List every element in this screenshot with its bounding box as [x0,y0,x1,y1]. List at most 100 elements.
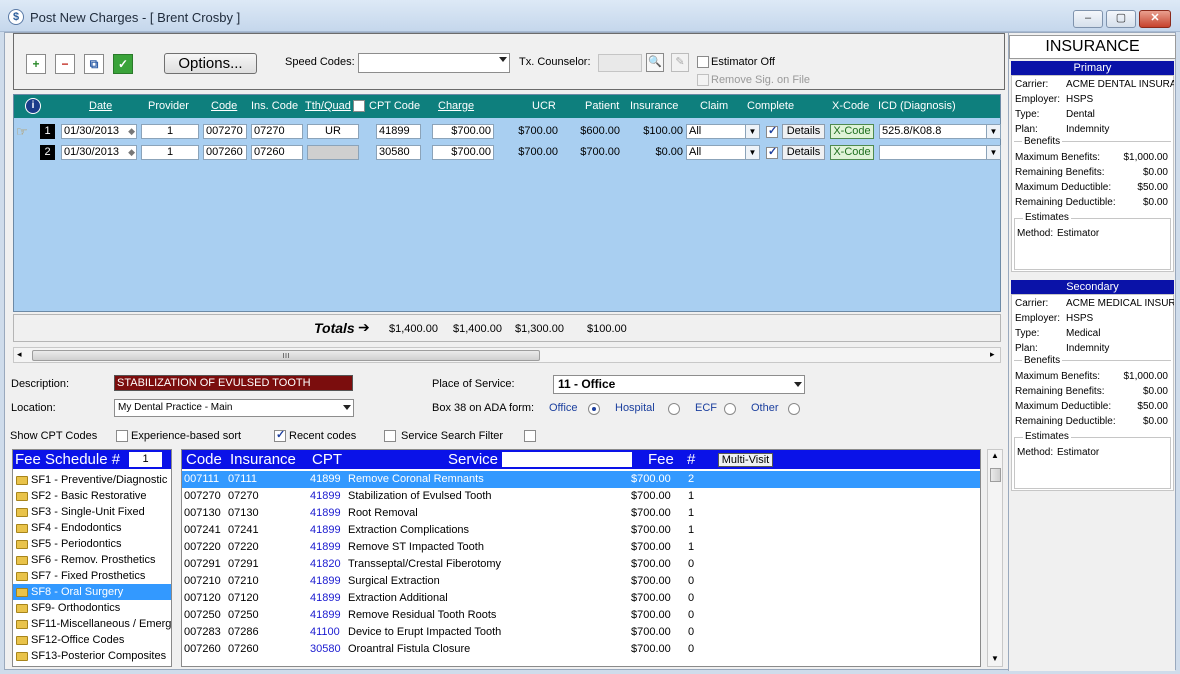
experience-sort-checkbox[interactable] [116,430,128,442]
filter-checkbox[interactable] [524,430,536,442]
fee-schedule-number[interactable]: 1 [129,452,162,467]
col-svc-count[interactable]: # [687,450,695,469]
place-of-service-dropdown[interactable]: 11 - Office [553,375,805,394]
recent-codes-checkbox[interactable] [274,428,286,442]
col-svc-service[interactable]: Service [448,450,498,469]
close-button[interactable]: ✕ [1139,10,1171,28]
col-code[interactable]: Code [211,100,237,112]
service-row[interactable]: 007120 07120 41899 Extraction Additional $70… [182,590,980,607]
scroll-up-icon[interactable]: ▲ [991,451,999,460]
fee-schedule-item[interactable]: SF6 - Remov. Prosthetics [13,552,171,568]
description-field[interactable]: STABILIZATION OF EVULSED TOOTH [114,375,353,391]
scroll-thumb[interactable]: ııı [32,350,540,361]
complete-checkbox[interactable] [766,124,778,138]
minimize-button[interactable]: – [1073,10,1103,28]
horizontal-scrollbar[interactable]: ◂ ııı ▸ [13,347,1001,363]
charge-row[interactable]: ☞ 1 01/30/2013 ◆ 1 007270 07270 UR 41899 … [14,124,1001,142]
options-button[interactable]: Options... [164,53,257,74]
claim-dropdown[interactable]: All ▼ [686,145,760,160]
date-field[interactable]: 01/30/2013 ◆ [61,145,137,160]
box38-other-radio[interactable] [788,403,800,415]
fee-schedule-item[interactable]: SF3 - Single-Unit Fixed [13,504,171,520]
xcode-button[interactable]: X-Code [830,124,874,139]
code-field[interactable]: 007260 [203,145,247,160]
vertical-scrollbar[interactable]: ▲ ▼ [987,449,1003,667]
fee-schedule-item[interactable]: SF13-Posterior Composites [13,648,171,664]
xcode-button[interactable]: X-Code [830,145,874,160]
scroll-thumb[interactable] [990,468,1001,482]
scroll-down-icon[interactable]: ▼ [991,654,999,663]
fee-schedule-item[interactable]: SF5 - Periodontics [13,536,171,552]
fee-schedule-item[interactable]: SF7 - Fixed Prosthetics [13,568,171,584]
code-field[interactable]: 007270 [203,124,247,139]
approve-check-icon[interactable]: ✓ [113,54,133,74]
fee-schedule-item[interactable]: SF8 - Oral Surgery [13,584,171,600]
copy-icon[interactable]: ⧉ [84,54,104,74]
box38-ecf-radio[interactable] [724,403,736,415]
service-row[interactable]: 007270 07270 41899 Stabilization of Evulsed… [182,488,980,505]
charge-row[interactable]: 2 01/30/2013 ◆ 1 007260 07260 30580 $700.… [14,145,1001,163]
service-search-input[interactable] [502,452,632,467]
claim-dropdown[interactable]: All ▼ [686,124,760,139]
col-svc-fee[interactable]: Fee [648,450,674,469]
fee-schedule-item[interactable]: SF1 - Preventive/Diagnostic [13,472,171,488]
info-icon[interactable]: i [25,98,41,114]
location-dropdown[interactable]: My Dental Practice - Main [114,399,354,417]
ins-code-field[interactable]: 07260 [251,145,303,160]
multi-visit-button[interactable]: Multi-Visit [718,453,773,467]
service-row[interactable]: 007291 07291 41820 Transseptal/Crestal Fibe… [182,556,980,573]
cpt-code-field[interactable]: 41899 [376,124,421,139]
date-field[interactable]: 01/30/2013 ◆ [61,124,137,139]
service-row[interactable]: 007241 07241 41899 Extraction Complications… [182,522,980,539]
details-button[interactable]: Details [782,145,825,160]
remove-charge-icon[interactable]: − [55,54,75,74]
maximize-button[interactable]: ▢ [1106,10,1136,28]
col-date[interactable]: Date [89,100,112,112]
col-charge[interactable]: Charge [438,100,474,112]
service-row[interactable]: 007260 07260 30580 Oroantral Fistula Closur… [182,641,980,658]
provider-field[interactable]: 1 [141,145,199,160]
svc-service: Stabilization of Evulsed Tooth [348,490,492,502]
fee-schedule-item[interactable]: SF9- Orthodontics [13,600,171,616]
col-svc-cpt[interactable]: CPT [312,450,342,469]
add-charge-icon[interactable]: + [26,54,46,74]
tth-quad-field[interactable] [307,145,359,160]
tx-counselor-field[interactable] [598,54,642,72]
service-row[interactable]: 007130 07130 41899 Root Removal $700.00 1 [182,505,980,522]
clear-icon[interactable]: ✎ [671,53,689,72]
service-row[interactable]: 007210 07210 41899 Surgical Extraction $700.… [182,573,980,590]
estimator-off-checkbox[interactable] [697,56,709,68]
charge-field[interactable]: $700.00 [432,145,494,160]
details-button[interactable]: Details [782,124,825,139]
fee-schedule-item[interactable]: SF4 - Endodontics [13,520,171,536]
complete-checkbox[interactable] [766,145,778,159]
icd-field[interactable]: ▼ [879,145,1001,160]
service-row[interactable]: 007283 07286 41100 Device to Erupt Impacted… [182,624,980,641]
scroll-left-icon[interactable]: ◂ [17,349,22,360]
search-icon[interactable]: 🔍 [646,53,664,72]
fee-schedule-item[interactable]: SF12-Office Codes [13,632,171,648]
spinner-icon[interactable]: ◆ [128,125,135,138]
service-row[interactable]: 007111 07111 41899 Remove Coronal Remnants $… [182,471,980,488]
fee-schedule-item[interactable]: SF2 - Basic Restorative [13,488,171,504]
tth-quad-checkbox[interactable] [353,100,365,112]
service-search-checkbox[interactable] [384,430,396,442]
tth-quad-field[interactable]: UR [307,124,359,139]
cpt-code-field[interactable]: 30580 [376,145,421,160]
service-row[interactable]: 007250 07250 41899 Remove Residual Tooth Ro… [182,607,980,624]
icd-field[interactable]: 525.8/K08.8 ▼ [879,124,1001,139]
col-tth-quad[interactable]: Tth/Quad [305,100,351,112]
provider-field[interactable]: 1 [141,124,199,139]
spinner-icon[interactable]: ◆ [128,146,135,159]
ins-code-field[interactable]: 07270 [251,124,303,139]
fee-schedule-item[interactable]: SF11-Miscellaneous / Emerg. [13,616,171,632]
box38-hospital-radio[interactable] [668,403,680,415]
col-svc-insurance[interactable]: Insurance [230,450,296,469]
speed-codes-dropdown[interactable] [358,53,510,73]
service-row[interactable]: 007220 07220 41899 Remove ST Impacted Tooth… [182,539,980,556]
remove-sig-checkbox[interactable] [697,74,709,86]
scroll-right-icon[interactable]: ▸ [990,349,995,360]
box38-office-radio[interactable] [588,403,600,415]
col-svc-code[interactable]: Code [186,450,222,469]
charge-field[interactable]: $700.00 [432,124,494,139]
